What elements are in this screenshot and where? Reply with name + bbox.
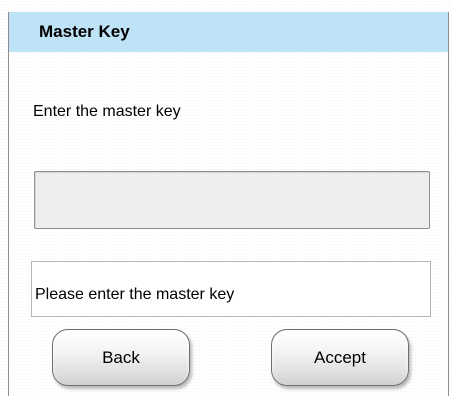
- back-button[interactable]: Back: [52, 329, 190, 386]
- dialog-left-border: [8, 12, 9, 396]
- master-key-dialog: Master Key Enter the master key Please e…: [0, 0, 452, 396]
- dialog-right-border: [448, 12, 449, 396]
- accept-button[interactable]: Accept: [271, 329, 409, 386]
- dialog-title: Master Key: [39, 22, 130, 41]
- master-key-input[interactable]: [34, 171, 430, 229]
- master-key-prompt-label: Enter the master key: [33, 103, 181, 120]
- status-message: Please enter the master key: [35, 286, 235, 303]
